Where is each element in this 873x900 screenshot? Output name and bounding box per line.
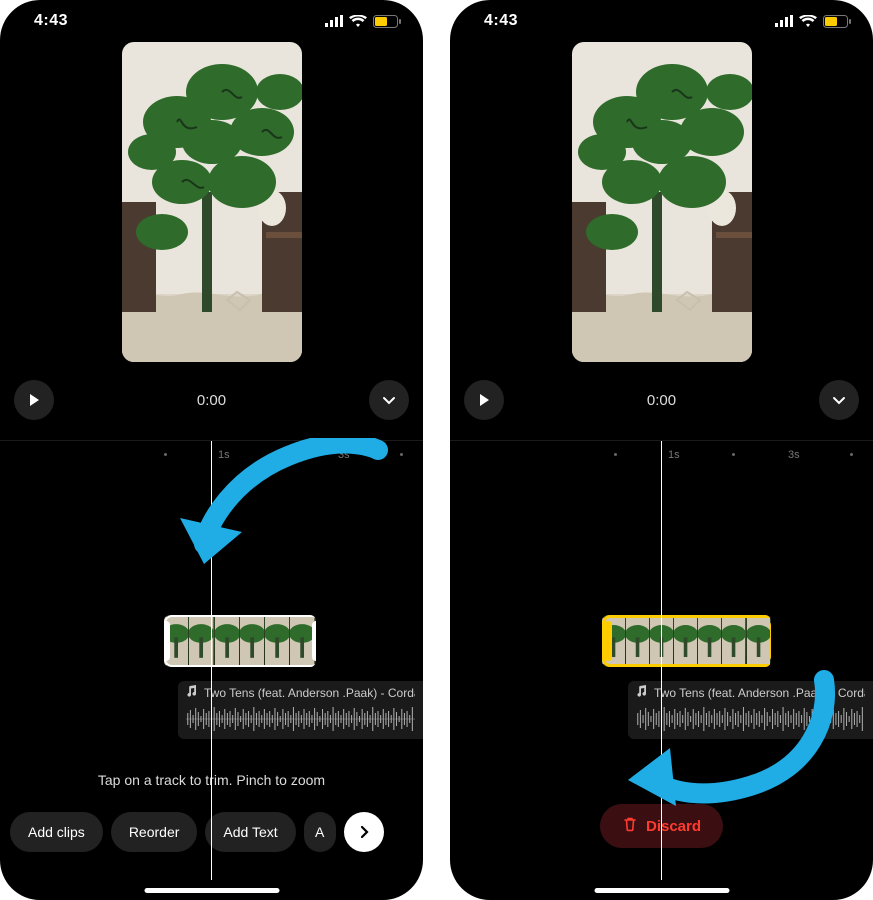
trim-handle-right[interactable]	[770, 621, 771, 661]
wifi-icon	[349, 15, 367, 28]
wifi-icon	[799, 15, 817, 28]
status-bar: 4:43	[450, 0, 873, 34]
collapse-button[interactable]	[369, 380, 409, 420]
play-button[interactable]	[14, 380, 54, 420]
music-note-icon	[186, 685, 198, 700]
toolbar-next-button[interactable]	[344, 812, 384, 852]
trim-handle-left[interactable]	[164, 621, 170, 661]
annotation-arrow-right	[614, 668, 840, 825]
add-clips-button[interactable]: Add clips	[10, 812, 103, 852]
phone-left: 4:43	[0, 0, 423, 900]
play-icon	[477, 393, 491, 407]
video-preview[interactable]	[572, 42, 752, 362]
trim-handle-right[interactable]	[312, 621, 316, 661]
reorder-button[interactable]: Reorder	[111, 812, 198, 852]
play-icon	[27, 393, 41, 407]
home-indicator[interactable]	[594, 888, 729, 893]
more-tool-button-partial[interactable]: A	[304, 812, 336, 852]
collapse-button[interactable]	[819, 380, 859, 420]
add-text-button[interactable]: Add Text	[205, 812, 295, 852]
status-time: 4:43	[484, 12, 518, 30]
chevron-down-icon	[831, 392, 847, 408]
clip-next[interactable]	[322, 615, 423, 667]
audio-waveform	[186, 704, 415, 734]
timecode-label: 0:00	[647, 392, 676, 409]
trim-handle-left[interactable]	[604, 621, 612, 661]
clip-selected[interactable]	[164, 615, 316, 667]
timecode-label: 0:00	[197, 392, 226, 409]
audio-track[interactable]: Two Tens (feat. Anderson .Paak) - Corda	[178, 681, 423, 739]
battery-icon	[823, 15, 851, 28]
status-time: 4:43	[34, 12, 68, 30]
cellular-icon	[325, 15, 343, 27]
status-bar: 4:43	[0, 0, 423, 34]
clip-selected[interactable]	[602, 615, 771, 667]
chevron-right-icon	[357, 825, 371, 839]
play-button[interactable]	[464, 380, 504, 420]
status-icons	[775, 15, 851, 28]
video-preview[interactable]	[122, 42, 302, 362]
chevron-down-icon	[381, 392, 397, 408]
battery-icon	[373, 15, 401, 28]
audio-title-label: Two Tens (feat. Anderson .Paak) - Corda	[204, 686, 415, 700]
clip-next[interactable]	[777, 615, 873, 667]
annotation-arrow-left	[168, 438, 394, 583]
status-icons	[325, 15, 401, 28]
cellular-icon	[775, 15, 793, 27]
home-indicator[interactable]	[144, 888, 279, 893]
video-track[interactable]	[602, 615, 873, 667]
phone-right: 4:43	[450, 0, 873, 900]
video-track[interactable]	[164, 615, 423, 667]
